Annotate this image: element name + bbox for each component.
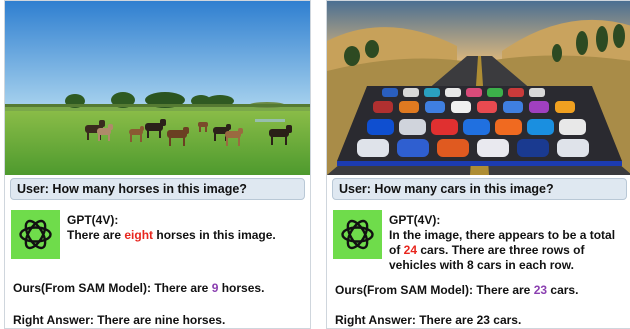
gpt-answer: There are eight horses in this image. bbox=[67, 228, 307, 243]
ours-answer: Ours(From SAM Model): There are 9 horses… bbox=[13, 281, 264, 295]
gpt-wrong-count: 24 bbox=[403, 243, 418, 257]
openai-logo-icon bbox=[333, 210, 382, 259]
gpt-answer-suffix: horses in this image. bbox=[153, 228, 276, 242]
model-name: GPT(4V): bbox=[67, 213, 119, 227]
right-answer: Right Answer: There are 23 cars. bbox=[335, 313, 522, 327]
ours-prefix: Ours(From SAM Model): There are bbox=[13, 281, 212, 295]
gpt-wrong-count: eight bbox=[124, 228, 154, 242]
right-answer: Right Answer: There are nine horses. bbox=[13, 313, 226, 327]
cars-example-panel: User: How many cars in this image? GPT(4… bbox=[326, 0, 630, 329]
gpt-answer: In the image, there appears to be a tota… bbox=[389, 228, 627, 273]
gpt-answer-suffix: cars. There are three rows of vehicles w… bbox=[389, 243, 585, 272]
ours-answer: Ours(From SAM Model): There are 23 cars. bbox=[335, 283, 578, 297]
user-question-bar: User: How many horses in this image? bbox=[10, 178, 305, 200]
horses-example-panel: User: How many horses in this image? GPT… bbox=[4, 0, 311, 329]
gpt-response: GPT(4V): There are eight horses in this … bbox=[67, 213, 307, 243]
ours-count: 23 bbox=[533, 283, 548, 297]
ours-suffix: horses. bbox=[218, 281, 265, 295]
ours-prefix: Ours(From SAM Model): There are bbox=[335, 283, 534, 297]
horses-photo bbox=[5, 1, 310, 175]
user-question-bar: User: How many cars in this image? bbox=[332, 178, 627, 200]
model-name: GPT(4V): bbox=[389, 213, 441, 227]
ours-suffix: cars. bbox=[547, 283, 579, 297]
gpt-answer-prefix: There are bbox=[67, 228, 125, 242]
openai-logo-icon bbox=[11, 210, 60, 259]
cars-photo bbox=[327, 1, 630, 175]
gpt-response: GPT(4V): In the image, there appears to … bbox=[389, 213, 627, 273]
